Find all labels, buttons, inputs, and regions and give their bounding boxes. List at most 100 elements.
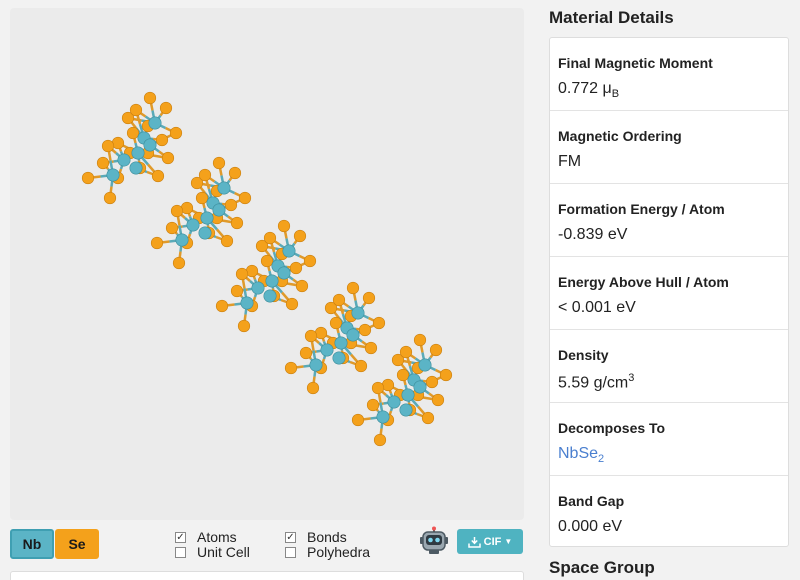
detail-value: -0.839 eV [558,226,628,243]
se-atom [172,256,186,270]
se-atom [103,191,117,205]
nb-atom [413,380,427,394]
se-atom [143,91,157,105]
detail-label: Formation Energy / Atom [558,201,725,217]
nb-atom [418,358,432,372]
detail-row-decomposes-to: Decomposes To NbSe2 [550,403,788,476]
nb-atom [212,203,226,217]
se-atom [159,101,173,115]
se-atom [215,299,229,313]
unit-cell-check-box[interactable] [175,546,186,558]
robot-icon[interactable] [419,526,449,556]
se-atom [263,231,277,245]
polyhedra-label: Polyhedra [307,544,371,560]
se-atom [277,219,291,233]
se-atom [332,293,346,307]
se-atom [126,126,140,140]
se-atom [165,221,179,235]
element-button-se[interactable]: Se [55,529,99,559]
nb-atom [240,296,254,310]
nb-atom [277,266,291,280]
se-atom [230,216,244,230]
se-atom [295,279,309,293]
decomposes-to-link[interactable]: NbSe2 [558,445,780,465]
detail-value: 5.59 g/cm3 [558,372,635,392]
se-atom [372,316,386,330]
detail-label: Decomposes To [558,420,666,436]
detail-value: < 0.001 eV [558,299,636,316]
nb-atom [282,244,296,258]
se-atom [439,368,453,382]
detail-row-magnetic-moment: Final Magnetic Moment 0.772 μB [550,38,788,111]
bonds-check-box[interactable]: ✓ [285,531,296,543]
detail-value: 0.772 μB [558,80,620,101]
atoms-checkbox[interactable]: ✓ Atoms [175,529,237,545]
detail-value: FM [558,153,582,170]
se-atom [228,166,242,180]
se-atom [354,359,368,373]
nb-atom [143,138,157,152]
se-atom [195,191,209,205]
nb-atom [198,226,212,240]
nb-atom [186,218,200,232]
download-cif-button[interactable]: CIF ▼ [457,529,523,554]
se-atom [285,297,299,311]
se-atom [358,323,372,337]
crystal-structure-canvas[interactable] [10,8,524,520]
detail-label: Magnetic Ordering [558,128,682,144]
detail-row-magnetic-ordering: Magnetic Ordering FM [550,111,788,184]
nb-atom [217,181,231,195]
se-atom [169,126,183,140]
viewer-controls: Nb Se ✓ Atoms Unit Cell ✓ Bonds Polyhedr… [10,524,524,564]
se-atom [364,341,378,355]
download-cif-label: CIF [483,535,502,548]
polyhedra-checkbox[interactable]: Polyhedra [285,544,370,560]
se-atom [170,204,184,218]
se-atom [351,413,365,427]
polyhedra-check-box[interactable] [285,546,296,558]
nb-atom [387,395,401,409]
detail-row-formation-energy: Formation Energy / Atom -0.839 eV [550,184,788,257]
se-atom [421,411,435,425]
detail-label: Final Magnetic Moment [558,55,713,71]
nb-atom [148,116,162,130]
detail-value: 0.000 eV [558,518,623,535]
nb-atom [129,161,143,175]
nb-atom [399,403,413,417]
element-button-nb[interactable]: Nb [10,529,54,559]
se-atom [237,319,251,333]
se-atom [329,316,343,330]
nb-atom [263,289,277,303]
nb-atom [351,306,365,320]
structure-viewer[interactable] [10,8,524,520]
se-atom [396,368,410,382]
nb-atom [346,328,360,342]
se-atom [238,191,252,205]
detail-label: Density [558,347,609,363]
se-atom [220,234,234,248]
nb-atom [376,410,390,424]
se-atom [155,133,169,147]
se-atom [212,156,226,170]
bonds-checkbox[interactable]: ✓ Bonds [285,529,347,545]
space-group-title: Space Group [549,558,655,577]
unit-cell-checkbox[interactable]: Unit Cell [175,544,250,560]
nb-atom [265,274,279,288]
se-atom [399,345,413,359]
se-atom [362,291,376,305]
se-atom [198,168,212,182]
chevron-down-icon: ▼ [504,537,513,546]
se-atom [284,361,298,375]
atoms-check-box[interactable]: ✓ [175,531,186,543]
download-icon [467,536,481,548]
nb-atom [401,388,415,402]
nb-atom [334,336,348,350]
nb-atom [106,168,120,182]
se-atom [230,284,244,298]
se-atom [299,346,313,360]
nb-atom [200,211,214,225]
se-atom [289,261,303,275]
se-atom [96,156,110,170]
detail-row-density: Density 5.59 g/cm3 [550,330,788,403]
se-atom [81,171,95,185]
